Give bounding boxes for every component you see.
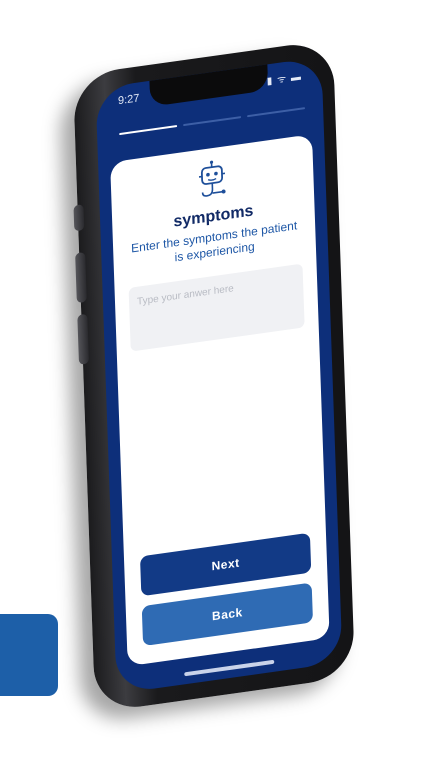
- answer-input[interactable]: [128, 263, 305, 352]
- robot-stethoscope-icon: [198, 160, 226, 197]
- phone-silent-switch: [73, 204, 85, 232]
- question-card: symptoms Enter the symptoms the patient …: [110, 134, 330, 667]
- progress-step-1: [119, 125, 178, 136]
- progress-step-2: [183, 116, 242, 127]
- status-icons: ▮ ᯤ ▬: [266, 71, 303, 88]
- phone-device: 9:27 ▮ ᯤ ▬ symptoms Enter the symptoms t…: [72, 39, 356, 713]
- app-screen: 9:27 ▮ ᯤ ▬ symptoms Enter the symptoms t…: [95, 56, 343, 694]
- phone-volume-up-button: [75, 251, 87, 304]
- decorative-blue-tile: [0, 614, 58, 696]
- progress-step-3: [247, 107, 306, 118]
- phone-volume-down-button: [77, 313, 90, 365]
- step-progress: [119, 107, 306, 136]
- mockup-stage: 9:27 ▮ ᯤ ▬ symptoms Enter the symptoms t…: [0, 0, 435, 782]
- status-time: 9:27: [117, 92, 140, 108]
